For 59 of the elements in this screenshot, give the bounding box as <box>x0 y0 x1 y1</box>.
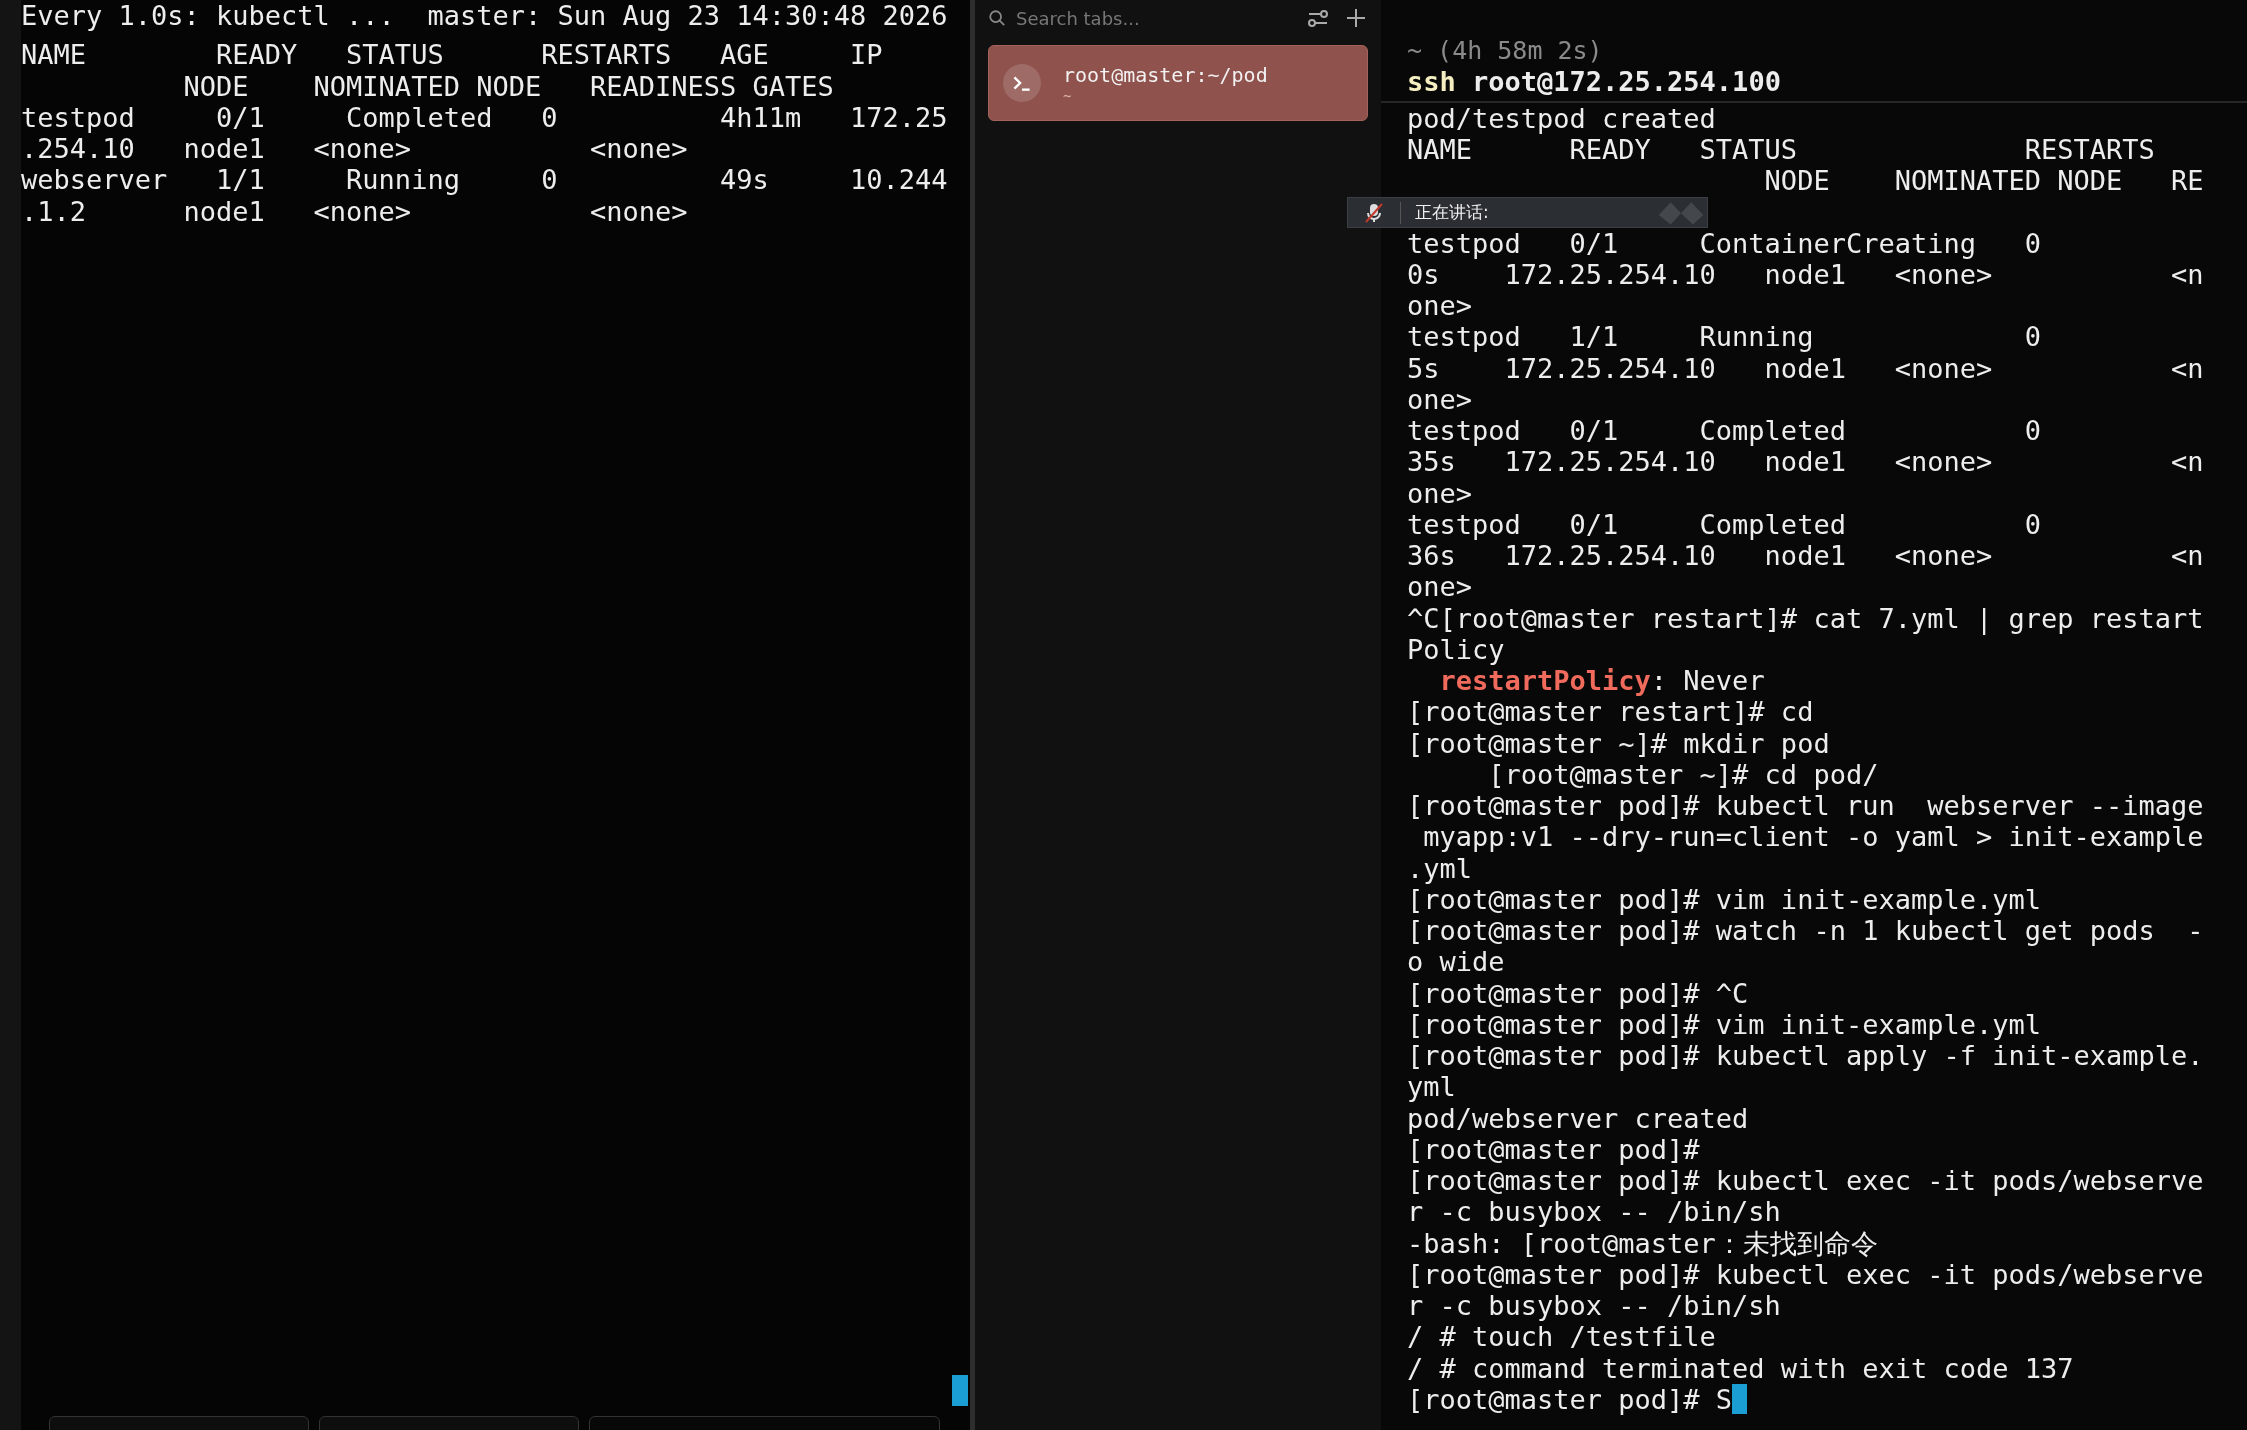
terminal-line: NODE NOMINATED NODE RE <box>1763 165 2205 197</box>
terminal-line: o wide <box>1407 946 1506 978</box>
terminal-line: r -c busybox -- /bin/sh <box>1407 1196 1782 1228</box>
search-icon <box>988 9 1006 27</box>
terminal-prompt-icon <box>1003 64 1041 102</box>
terminal-line: pod/webserver created <box>1407 1102 1750 1134</box>
terminal-line: testpod 0/1 Completed 0 4h11m 172.25 <box>21 101 949 133</box>
terminal-line: .1.2 node1 <none> <none> <box>21 195 689 227</box>
terminal-line: [root@master pod]# ^C <box>1407 977 1750 1009</box>
terminal-line: myapp:v1 --dry-run=client -o yaml > init-example <box>1422 821 2205 853</box>
terminal-line: [root@master pod]# kubectl apply -f init-example. <box>1407 1040 2205 1072</box>
terminal-line: NAME READY STATUS RESTARTS <box>1407 133 2156 165</box>
terminal-line: r -c busybox -- /bin/sh <box>1407 1290 1782 1322</box>
terminal-line: 35s 172.25.254.10 node1 <none> <n <box>1407 446 2205 478</box>
terminal-line: / # touch /testfile <box>1407 1321 1717 1353</box>
command-line: ssh root@172.25.254.100 <box>1407 66 1782 98</box>
terminal-line: -bash: [root@master：未找到命令 <box>1407 1227 1879 1259</box>
terminal-line: [root@master pod]# kubectl exec -it pods/webserve <box>1407 1165 2205 1197</box>
terminal-line: [root@master ~]# cd pod/ <box>1487 758 1880 790</box>
terminal-line: one> <box>1407 477 1474 509</box>
terminal-line: 36s 172.25.254.10 node1 <none> <n <box>1407 540 2205 572</box>
terminal-line: pod/testpod created <box>1407 102 1717 134</box>
terminal-line: one> <box>1407 571 1474 603</box>
tab-title: root@master:~/pod <box>1063 62 1268 88</box>
search-field[interactable]: Search tabs... <box>1014 6 1278 30</box>
terminal-line: [root@master ~]# mkdir pod <box>1407 727 1831 759</box>
terminal-line: Policy <box>1407 633 1506 665</box>
terminal-line: [root@master pod]# kubectl run webserver --image <box>1407 790 2205 822</box>
terminal-line: [root@master pod]# S <box>1407 1383 1733 1415</box>
terminal-line: .254.10 node1 <none> <none> <box>21 133 689 165</box>
add-tab-icon[interactable] <box>1344 6 1368 30</box>
terminal-line: 5s 172.25.254.10 node1 <none> <n <box>1407 352 2205 384</box>
terminal-line: testpod 0/1 Completed 0 <box>1407 508 2042 540</box>
speaking-label: 正在讲话: <box>1415 201 1489 224</box>
terminal-line: [root@master pod]# kubectl exec -it pods/webserve <box>1407 1258 2205 1290</box>
command-duration: ~ (4h 58m 2s) <box>1407 35 1604 67</box>
terminal-line: ^C[root@master restart]# cat 7.yml | grep restart <box>1407 602 2205 634</box>
terminal-line: [root@master pod]# watch -n 1 kubectl get pods - <box>1407 915 2205 947</box>
terminal-line: testpod 0/1 ContainerCreating 0 <box>1407 227 2042 259</box>
terminal-line: yml <box>1407 1071 1457 1103</box>
terminal-line: [root@master pod]# <box>1407 1133 1701 1165</box>
terminal-line: testpod 0/1 Completed 0 <box>1407 415 2042 447</box>
terminal-line: 0s 172.25.254.10 node1 <none> <n <box>1407 258 2205 290</box>
diamond-logo-icon <box>1657 199 1705 226</box>
terminal-line: [root@master pod]# vim init-example.yml <box>1407 883 2042 915</box>
tab-subtitle: ~ <box>1063 88 1073 104</box>
terminal-line: webserver 1/1 Running 0 49s 10.244 <box>21 164 949 196</box>
terminal-line: restartPolicy: Never <box>1438 665 1766 697</box>
terminal-line: testpod 1/1 Running 0 <box>1407 321 2042 353</box>
terminal-tab[interactable]: root@master:~/pod ~ <box>988 45 1368 121</box>
terminal-line: / # command terminated with exit code 137 <box>1407 1352 2075 1384</box>
watch-header-line: Every 1.0s: kubectl ... master: Sun Aug 23 14:30:48 2026 <box>21 0 949 32</box>
terminal-line: NAME READY STATUS RESTARTS AGE IP <box>21 39 884 71</box>
terminal-line: .yml <box>1407 852 1474 884</box>
terminal-line: [root@master pod]# vim init-example.yml <box>1407 1008 2042 1040</box>
terminal-line: one> <box>1407 290 1474 322</box>
terminal-line: one> <box>1407 383 1474 415</box>
terminal-line: NODE NOMINATED NODE READINESS GATES <box>182 70 835 102</box>
terminal-line: [root@master restart]# cd <box>1407 696 1815 728</box>
